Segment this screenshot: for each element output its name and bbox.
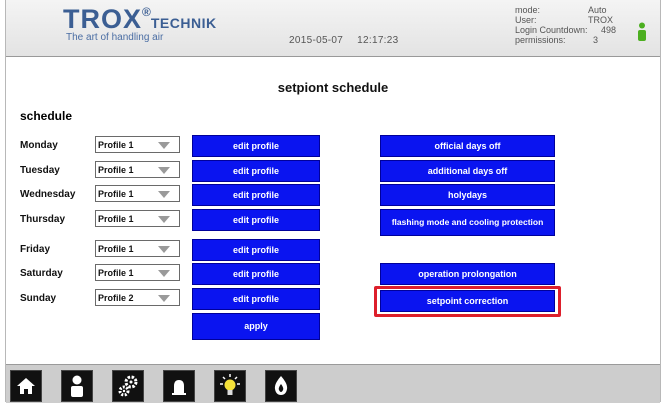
day-label-thursday: Thursday <box>20 214 66 225</box>
info-label: User: <box>515 15 537 25</box>
day-label-tuesday: Tuesday <box>20 165 60 176</box>
edit-profile-button-tuesday[interactable]: edit profile <box>192 160 320 182</box>
edit-profile-button-sunday[interactable]: edit profile <box>192 288 320 310</box>
edit-profile-button-saturday[interactable]: edit profile <box>192 263 320 285</box>
dropdown-arrow-icon[interactable] <box>158 246 170 253</box>
day-label-friday: Friday <box>20 244 51 255</box>
trox-logo: TROX®TECHNIK The art of handling air <box>63 4 216 44</box>
profile-select-value: Profile 1 <box>98 189 134 199</box>
info-label: Login Countdown: <box>515 25 588 35</box>
dropdown-arrow-icon[interactable] <box>158 142 170 149</box>
date-text: 2015-05-07 <box>289 35 344 46</box>
user-icon[interactable] <box>61 370 93 402</box>
profile-select-thursday[interactable]: Profile 1 <box>95 210 180 227</box>
profile-select-value: Profile 2 <box>98 293 134 303</box>
time-text: 12:17:23 <box>357 35 399 46</box>
profile-select-tuesday[interactable]: Profile 1 <box>95 161 180 178</box>
page-title: setpiont schedule <box>277 80 389 95</box>
selection-highlight <box>374 286 561 317</box>
info-value: 498 <box>601 25 617 35</box>
dropdown-arrow-icon[interactable] <box>158 191 170 198</box>
info-value: Auto <box>588 5 607 15</box>
user-status-icon[interactable] <box>636 22 648 42</box>
home-icon[interactable] <box>10 370 42 402</box>
logo-trox-text: TROX <box>63 4 143 34</box>
profile-select-value: Profile 1 <box>98 214 134 224</box>
operation-prolongation-button[interactable]: operation prolongation <box>380 263 555 285</box>
holydays-button[interactable]: holydays <box>380 184 555 206</box>
info-label: permissions: <box>515 35 566 45</box>
date-time-display: 2015-05-07 12:17:23 <box>289 35 398 46</box>
profile-select-value: Profile 1 <box>98 244 134 254</box>
info-value: 3 <box>593 35 599 45</box>
day-label-wednesday: Wednesday <box>20 189 76 200</box>
alarm-bell-icon[interactable] <box>163 370 195 402</box>
section-title-schedule: schedule <box>20 109 73 123</box>
footer-nav-bar <box>6 364 660 403</box>
profile-select-value: Profile 1 <box>98 140 134 150</box>
profile-select-friday[interactable]: Profile 1 <box>95 240 180 257</box>
header-bar: TROX®TECHNIK The art of handling air 201… <box>6 0 660 57</box>
logo-tagline: The art of handling air <box>66 32 164 43</box>
light-bulb-icon[interactable] <box>214 370 246 402</box>
additional-days-off-button[interactable]: additional days off <box>380 160 555 182</box>
day-label-sunday: Sunday <box>20 293 57 304</box>
info-label: mode: <box>515 5 541 15</box>
profile-select-wednesday[interactable]: Profile 1 <box>95 185 180 202</box>
day-label-monday: Monday <box>20 140 58 151</box>
profile-select-sunday[interactable]: Profile 2 <box>95 289 180 306</box>
day-label-saturday: Saturday <box>20 268 63 279</box>
edit-profile-button-wednesday[interactable]: edit profile <box>192 184 320 206</box>
dropdown-arrow-icon[interactable] <box>158 295 170 302</box>
flame-icon[interactable] <box>265 370 297 402</box>
profile-select-monday[interactable]: Profile 1 <box>95 136 180 153</box>
official-days-off-button[interactable]: official days off <box>380 135 555 157</box>
logo-registered-mark: ® <box>142 5 151 19</box>
flashing-mode-cooling-protection-button[interactable]: flashing mode and cooling protection <box>380 209 555 236</box>
logo-technik-text: TECHNIK <box>150 15 217 31</box>
edit-profile-button-friday[interactable]: edit profile <box>192 239 320 261</box>
edit-profile-button-monday[interactable]: edit profile <box>192 135 320 157</box>
settings-gears-icon[interactable] <box>112 370 144 402</box>
dropdown-arrow-icon[interactable] <box>158 167 170 174</box>
dropdown-arrow-icon[interactable] <box>158 216 170 223</box>
profile-select-value: Profile 1 <box>98 268 134 278</box>
dropdown-arrow-icon[interactable] <box>158 270 170 277</box>
profile-select-value: Profile 1 <box>98 165 134 175</box>
edit-profile-button-thursday[interactable]: edit profile <box>192 209 320 231</box>
info-value: TROX <box>588 15 614 25</box>
apply-button[interactable]: apply <box>192 313 320 340</box>
profile-select-saturday[interactable]: Profile 1 <box>95 264 180 281</box>
